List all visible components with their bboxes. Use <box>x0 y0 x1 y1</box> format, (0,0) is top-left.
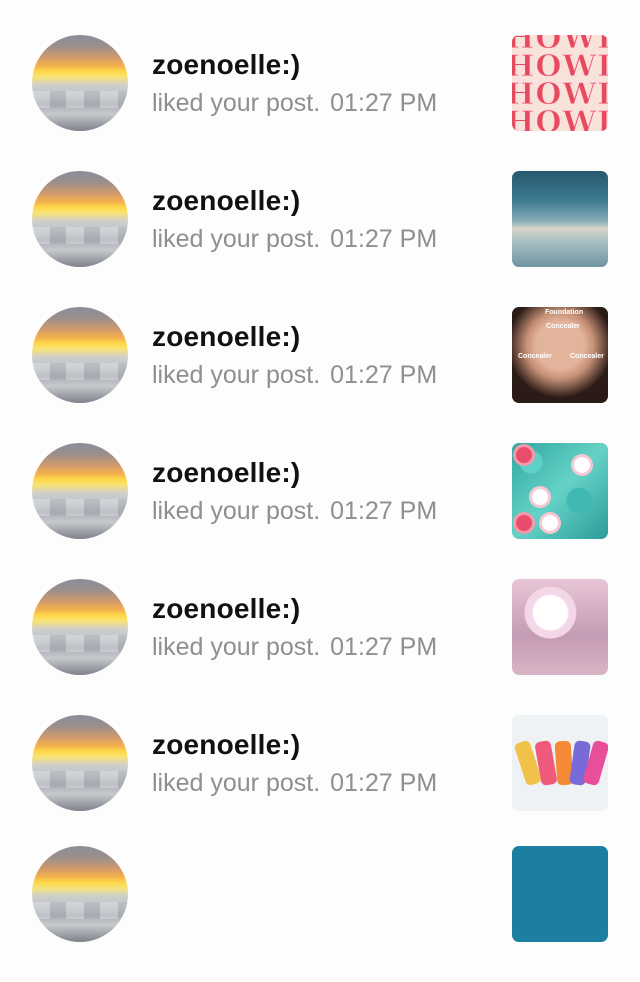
pool-thumbnail[interactable] <box>512 443 608 539</box>
timestamp: 01:27 PM <box>330 633 438 661</box>
flower-icon <box>542 515 558 531</box>
face-label: Concealer <box>518 353 552 360</box>
notification-meta: liked your post. 01:27 PM <box>152 89 437 118</box>
notification-row[interactable] <box>0 846 640 982</box>
action-text: liked your post. <box>152 497 321 525</box>
howdy-thumbnail[interactable]: HOWDY HOWDY HOWDY HOWDY <box>512 35 608 131</box>
avatar[interactable] <box>32 443 128 539</box>
notification-row[interactable]: zoenoelle:) liked your post. 01:27 PM Fou… <box>0 307 640 443</box>
post-thumbnail[interactable] <box>512 846 608 942</box>
notification-row[interactable]: zoenoelle:) liked your post. 01:27 PM <box>0 443 640 579</box>
makeup-thumbnail[interactable]: Foundation Concealer Concealer Concealer <box>512 307 608 403</box>
action-text: liked your post. <box>152 225 321 253</box>
username[interactable]: zoenoelle:) <box>152 729 300 761</box>
timestamp: 01:27 PM <box>330 89 438 117</box>
username[interactable]: zoenoelle:) <box>152 457 300 489</box>
action-text: liked your post. <box>152 769 321 797</box>
vanity-thumbnail[interactable] <box>512 579 608 675</box>
notification-meta: liked your post. 01:27 PM <box>152 361 437 390</box>
notification-row[interactable]: zoenoelle:) liked your post. 01:27 PM <box>0 579 640 715</box>
notification-row[interactable]: zoenoelle:) liked your post. 01:27 PM <box>0 171 640 307</box>
flower-icon <box>574 457 590 473</box>
avatar[interactable] <box>32 715 128 811</box>
notification-meta: liked your post. 01:27 PM <box>152 225 437 254</box>
timestamp: 01:27 PM <box>330 769 438 797</box>
flower-icon <box>532 489 548 505</box>
action-text: liked your post. <box>152 633 321 661</box>
flower-icon <box>516 515 532 531</box>
action-text: liked your post. <box>152 361 321 389</box>
avatar[interactable] <box>32 579 128 675</box>
notification-row[interactable]: zoenoelle:) liked your post. 01:27 PM <box>0 715 640 851</box>
notification-meta: liked your post. 01:27 PM <box>152 769 437 798</box>
username[interactable]: zoenoelle:) <box>152 321 300 353</box>
notification-meta: liked your post. 01:27 PM <box>152 497 437 526</box>
sea-thumbnail[interactable] <box>512 171 608 267</box>
username[interactable]: zoenoelle:) <box>152 593 300 625</box>
avatar[interactable] <box>32 307 128 403</box>
face-label: Foundation <box>545 309 584 316</box>
notification-row[interactable]: zoenoelle:) liked your post. 01:27 PM HOW… <box>0 35 640 171</box>
action-text: liked your post. <box>152 89 321 117</box>
notification-meta: liked your post. 01:27 PM <box>152 633 437 662</box>
howdy-text: HOWDY <box>512 105 608 132</box>
username[interactable]: zoenoelle:) <box>152 49 300 81</box>
face-label: Concealer <box>546 323 580 330</box>
avatar[interactable] <box>32 35 128 131</box>
timestamp: 01:27 PM <box>330 497 438 525</box>
avatar[interactable] <box>32 171 128 267</box>
timestamp: 01:27 PM <box>330 225 438 253</box>
username[interactable]: zoenoelle:) <box>152 185 300 217</box>
timestamp: 01:27 PM <box>330 361 438 389</box>
bottles-thumbnail[interactable] <box>512 715 608 811</box>
face-label: Concealer <box>570 353 604 360</box>
flower-icon <box>516 447 532 463</box>
notification-list: zoenoelle:) liked your post. 01:27 PM HOW… <box>0 0 640 942</box>
avatar[interactable] <box>32 846 128 942</box>
